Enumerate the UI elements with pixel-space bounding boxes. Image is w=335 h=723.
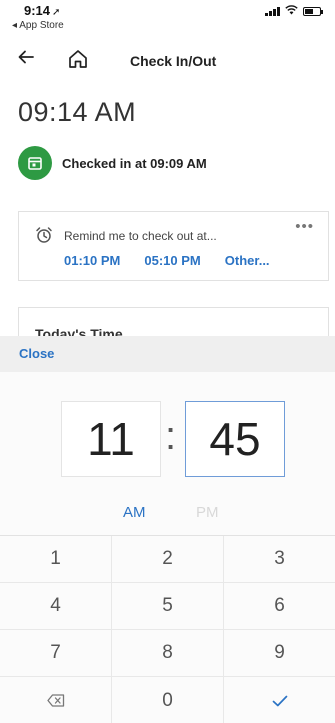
keypad-row: 7 8 9: [0, 630, 335, 677]
reminder-message: Remind me to check out at...: [64, 229, 217, 243]
key-9[interactable]: 9: [224, 630, 335, 676]
key-6[interactable]: 6: [224, 583, 335, 629]
key-5[interactable]: 5: [112, 583, 224, 629]
page-title: Check In/Out: [130, 53, 217, 69]
status-time: 9:14 ➚: [24, 3, 60, 18]
reminder-options: 01:10 PM 05:10 PM Other...: [64, 253, 270, 268]
key-3[interactable]: 3: [224, 536, 335, 582]
reminder-option-1[interactable]: 01:10 PM: [64, 253, 120, 268]
hours-field[interactable]: 11: [61, 401, 161, 477]
checkmark-icon[interactable]: [224, 677, 335, 723]
backspace-icon[interactable]: [0, 677, 112, 723]
key-0[interactable]: 0: [112, 677, 224, 723]
key-7[interactable]: 7: [0, 630, 112, 676]
back-arrow-icon[interactable]: [17, 48, 35, 72]
current-time: 09:14 AM: [18, 97, 137, 127]
status-time-text: 9:14: [24, 3, 51, 18]
location-arrow-icon: ➚: [52, 7, 61, 18]
minutes-field[interactable]: 45: [185, 401, 285, 477]
checked-in-label: Checked in at 09:09 AM: [62, 155, 207, 171]
keypad-row: 0: [0, 677, 335, 723]
wifi-icon: [285, 5, 298, 17]
key-8[interactable]: 8: [112, 630, 224, 676]
key-2[interactable]: 2: [112, 536, 224, 582]
status-indicators: [265, 5, 323, 17]
close-button[interactable]: Close: [19, 346, 54, 361]
keypad-row: 1 2 3: [0, 536, 335, 583]
signal-icon: [265, 6, 280, 16]
checked-in-status: Checked in at 09:09 AM: [18, 146, 207, 180]
reminder-card: Remind me to check out at... ••• 01:10 P…: [18, 211, 329, 281]
am-toggle[interactable]: AM: [123, 504, 146, 521]
calendar-check-icon: [18, 146, 52, 180]
battery-icon: [303, 6, 323, 16]
nav-bar: Check In/Out: [0, 42, 335, 82]
alarm-clock-icon: [35, 226, 53, 244]
key-4[interactable]: 4: [0, 583, 112, 629]
key-1[interactable]: 1: [0, 536, 112, 582]
reminder-option-other[interactable]: Other...: [225, 253, 270, 268]
more-icon[interactable]: •••: [295, 218, 314, 235]
home-icon[interactable]: [67, 48, 89, 70]
back-to-app-store[interactable]: ◂ App Store: [12, 20, 64, 31]
status-bar: 9:14 ➚ ◂ App Store: [0, 0, 335, 38]
numeric-keypad: 1 2 3 4 5 6 7 8 9 0: [0, 535, 335, 723]
reminder-option-2[interactable]: 05:10 PM: [144, 253, 200, 268]
time-separator: :: [165, 414, 177, 458]
time-picker-sheet: Close 11 : 45 AM PM 1 2 3 4 5 6 7 8 9 0: [0, 336, 335, 723]
pm-toggle[interactable]: PM: [196, 504, 219, 521]
keypad-row: 4 5 6: [0, 583, 335, 630]
